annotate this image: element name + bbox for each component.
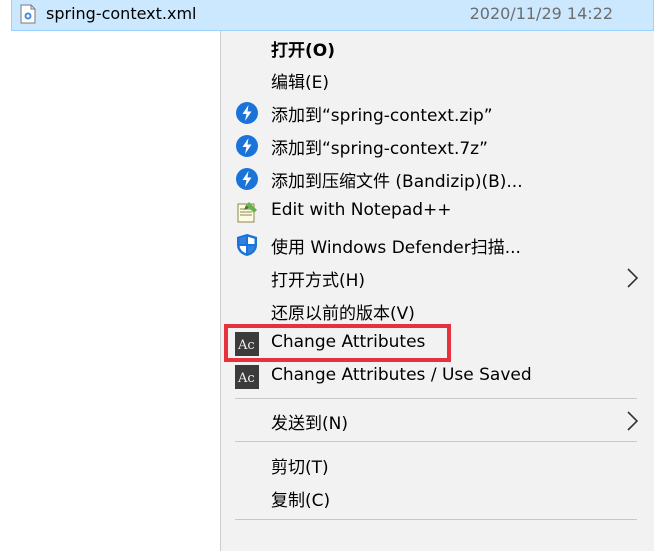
menu-item-label: 编辑(E) [271,73,330,93]
menu-item-label: 打开方式(H) [271,271,366,291]
menu-item-cut[interactable]: 剪切(T) [221,448,654,481]
menu-item-label: 剪切(T) [271,458,329,478]
menu-item-send-to[interactable]: 发送到(N) [221,404,654,437]
notepadpp-icon [235,200,259,224]
menu-item-label: Edit with Notepad++ [271,200,452,220]
menu-item-copy[interactable]: 复制(C) [221,481,654,514]
bandizip-icon [235,167,259,191]
file-name: spring-context.xml [46,4,197,23]
menu-item-label: 还原以前的版本(V) [271,304,415,324]
xml-file-icon [20,4,36,24]
change-attributes-icon: Ac [235,365,259,389]
menu-item-label: 添加到“spring-context.7z” [271,139,488,159]
windows-defender-icon [235,233,259,257]
chevron-right-icon [625,267,639,289]
menu-item-label: Change Attributes / Use Saved [271,365,532,385]
chevron-right-icon [625,410,639,432]
svg-text:Ac: Ac [237,371,255,386]
menu-item-label: 打开(O) [271,41,335,61]
file-modified-date: 2020/11/29 14:22 [469,4,613,23]
menu-separator [235,398,637,399]
bandizip-icon [235,101,259,125]
menu-item-add-to-archive[interactable]: 添加到压缩文件 (Bandizip)(B)... [221,162,654,195]
bandizip-icon [235,134,259,158]
menu-separator [235,519,637,520]
annotation-highlight-box [224,324,451,362]
menu-item-open[interactable]: 打开(O) [221,31,654,64]
context-menu: 打开(O) 编辑(E) 添加到“spring-context.zip” 添加到“… [220,31,654,551]
menu-item-restore-versions[interactable]: 还原以前的版本(V) [221,294,654,327]
menu-item-label: 添加到“spring-context.zip” [271,106,493,126]
menu-item-change-attributes-saved[interactable]: Ac Change Attributes / Use Saved [221,360,654,393]
menu-item-label: 使用 Windows Defender扫描... [271,238,521,258]
menu-item-label: 添加到压缩文件 (Bandizip)(B)... [271,172,523,192]
menu-item-add-to-7z[interactable]: 添加到“spring-context.7z” [221,129,654,162]
menu-item-add-to-zip[interactable]: 添加到“spring-context.zip” [221,96,654,129]
menu-separator [235,441,637,442]
menu-item-label: 复制(C) [271,491,331,511]
menu-item-open-with[interactable]: 打开方式(H) [221,261,654,294]
menu-item-edit[interactable]: 编辑(E) [221,63,654,96]
menu-item-label: 发送到(N) [271,414,348,434]
selected-file-row[interactable]: spring-context.xml 2020/11/29 14:22 [11,0,654,31]
menu-item-edit-notepadpp[interactable]: Edit with Notepad++ [221,195,654,228]
menu-item-defender-scan[interactable]: 使用 Windows Defender扫描... [221,228,654,261]
